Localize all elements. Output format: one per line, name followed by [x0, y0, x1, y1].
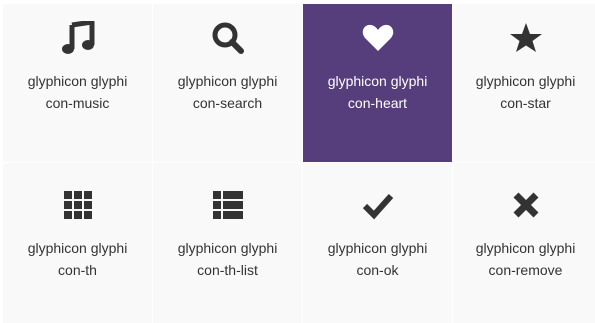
glyph-label: glyphicon glyphicon-search	[177, 73, 278, 111]
glyph-label: glyphicon glyphicon-heart	[327, 73, 428, 111]
ok-icon	[360, 187, 396, 223]
search-icon	[210, 20, 246, 56]
th-list-icon	[210, 187, 246, 223]
glyph-tile-th[interactable]: glyphicon glyphicon-th	[3, 163, 152, 323]
remove-icon	[508, 187, 544, 223]
music-icon	[60, 20, 96, 56]
glyph-tile-th-list[interactable]: glyphicon glyphicon-th-list	[153, 163, 302, 323]
glyph-label: glyphicon glyphicon-ok	[327, 240, 428, 278]
glyph-tile-heart[interactable]: glyphicon glyphicon-heart	[303, 4, 452, 162]
heart-icon	[360, 20, 396, 56]
glyph-label: glyphicon glyphicon-music	[27, 73, 128, 111]
glyph-label: glyphicon glyphicon-th-list	[177, 240, 278, 278]
glyph-label: glyphicon glyphicon-remove	[475, 240, 576, 278]
glyph-tile-star[interactable]: glyphicon glyphicon-star	[453, 4, 595, 162]
star-icon	[508, 20, 544, 56]
glyph-label: glyphicon glyphicon-th	[27, 240, 128, 278]
glyph-label: glyphicon glyphicon-star	[475, 73, 576, 111]
glyph-tile-ok[interactable]: glyphicon glyphicon-ok	[303, 163, 452, 323]
glyphicon-grid: glyphicon glyphicon-music glyphicon glyp…	[3, 4, 595, 323]
th-icon	[60, 187, 96, 223]
glyph-tile-music[interactable]: glyphicon glyphicon-music	[3, 4, 152, 162]
glyph-tile-remove[interactable]: glyphicon glyphicon-remove	[453, 163, 595, 323]
glyph-tile-search[interactable]: glyphicon glyphicon-search	[153, 4, 302, 162]
